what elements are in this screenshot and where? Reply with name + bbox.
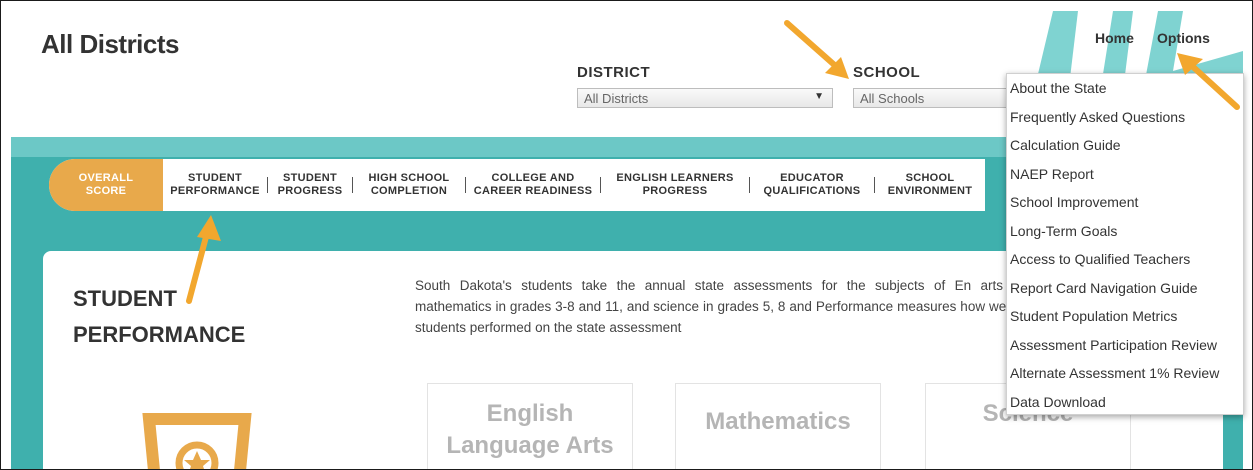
tab-overall-score[interactable]: OVERALL SCORE <box>49 159 163 211</box>
menu-item-school-improvement[interactable]: School Improvement <box>1007 188 1243 217</box>
menu-item-population-metrics[interactable]: Student Population Metrics <box>1007 302 1243 331</box>
menu-item-navigation-guide[interactable]: Report Card Navigation Guide <box>1007 274 1243 303</box>
tab-college-career-readiness[interactable]: COLLEGE AND CAREER READINESS <box>466 159 600 211</box>
chevron-down-icon: ▼ <box>814 91 824 102</box>
tab-label: OVERALL SCORE <box>78 172 134 197</box>
menu-item-data-download[interactable]: Data Download <box>1007 388 1243 417</box>
menu-item-naep-report[interactable]: NAEP Report <box>1007 160 1243 189</box>
annotation-arrow-options <box>1177 53 1240 110</box>
options-link[interactable]: Options <box>1157 30 1210 46</box>
subject-card-math[interactable]: Mathematics <box>675 383 881 469</box>
school-label: SCHOOL <box>853 64 921 81</box>
annotation-arrow-performance <box>186 215 221 304</box>
tab-high-school-completion[interactable]: HIGH SCHOOL COMPLETION <box>353 159 465 211</box>
district-select-value: All Districts <box>584 91 649 106</box>
tab-label: ENGLISH LEARNERS PROGRESS <box>616 172 734 197</box>
school-select-value: All Schools <box>860 91 925 106</box>
subject-label: Mathematics <box>705 408 851 435</box>
menu-item-qualified-teachers[interactable]: Access to Qualified Teachers <box>1007 245 1243 274</box>
tab-label: HIGH SCHOOL COMPLETION <box>368 172 450 197</box>
district-label: DISTRICT <box>577 64 651 81</box>
menu-item-alternate-assessment[interactable]: Alternate Assessment 1% Review <box>1007 359 1243 388</box>
annotation-arrow-school <box>784 20 849 79</box>
tab-label: EDUCATOR QUALIFICATIONS <box>763 172 861 197</box>
menu-item-long-term-goals[interactable]: Long-Term Goals <box>1007 217 1243 246</box>
page-title: All Districts <box>41 29 180 59</box>
tab-label: STUDENT PROGRESS <box>277 172 343 197</box>
trophy-icon <box>142 413 252 469</box>
district-select[interactable]: All Districts ▼ <box>577 88 833 108</box>
browser-frame: All Districts DISTRICT All Districts ▼ S… <box>0 0 1253 470</box>
tab-label: COLLEGE AND CAREER READINESS <box>473 172 593 197</box>
subject-card-ela[interactable]: English Language Arts <box>427 383 633 469</box>
tab-english-learners-progress[interactable]: ENGLISH LEARNERS PROGRESS <box>601 159 749 211</box>
tab-educator-qualifications[interactable]: EDUCATOR QUALIFICATIONS <box>750 159 874 211</box>
tab-student-progress[interactable]: STUDENT PROGRESS <box>268 159 352 211</box>
home-link[interactable]: Home <box>1095 30 1134 46</box>
section-description: South Dakota's students take the annual … <box>415 278 1035 335</box>
tab-label: SCHOOL ENVIRONMENT <box>887 172 973 197</box>
school-select[interactable]: All Schools <box>853 88 1013 108</box>
tab-student-performance[interactable]: STUDENT PERFORMANCE <box>163 159 267 211</box>
menu-item-calculation-guide[interactable]: Calculation Guide <box>1007 131 1243 160</box>
options-dropdown-menu: About the State Frequently Asked Questio… <box>1006 73 1244 415</box>
tab-label: STUDENT PERFORMANCE <box>170 172 260 197</box>
category-tabs: OVERALL SCORE STUDENT PERFORMANCE STUDEN… <box>49 159 985 211</box>
tab-school-environment[interactable]: SCHOOL ENVIRONMENT <box>875 159 985 211</box>
menu-item-participation-review[interactable]: Assessment Participation Review <box>1007 331 1243 360</box>
subject-label: English Language Arts <box>446 400 614 459</box>
